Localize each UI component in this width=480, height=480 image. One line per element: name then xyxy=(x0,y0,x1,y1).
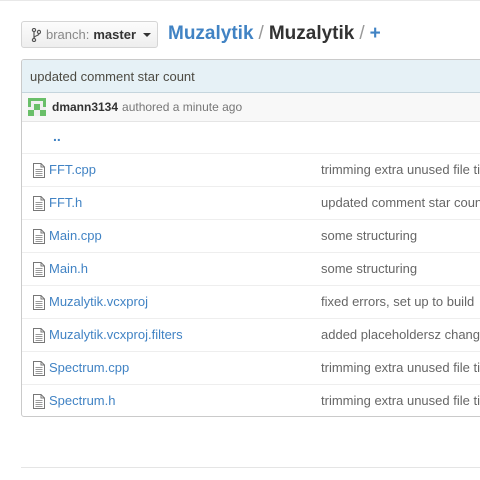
file-icon xyxy=(33,394,45,409)
file-name-link[interactable]: Spectrum.h xyxy=(49,393,115,408)
file-row: Main.h some structuring xyxy=(22,253,480,286)
file-commit-message[interactable]: trimming extra unused file ti xyxy=(321,393,480,408)
file-commit-message[interactable]: trimming extra unused file ti xyxy=(321,162,480,177)
file-icon xyxy=(33,361,45,376)
branch-name: master xyxy=(93,27,137,42)
file-icon xyxy=(33,229,45,244)
file-name-link[interactable]: Spectrum.cpp xyxy=(49,360,129,375)
file-row: FFT.cpp trimming extra unused file ti xyxy=(22,154,480,187)
breadcrumb-repo: Muzalytik xyxy=(268,23,355,44)
bottom-divider xyxy=(21,467,480,468)
file-icon xyxy=(33,196,45,211)
file-row: FFT.h updated comment star coun xyxy=(22,187,480,220)
branch-label: branch: xyxy=(46,27,90,42)
chevron-down-icon xyxy=(143,32,152,37)
top-divider xyxy=(0,0,480,1)
parent-directory-link[interactable]: .. xyxy=(53,128,61,144)
breadcrumb: Muzalytik / Muzalytik / + xyxy=(168,22,381,46)
breadcrumb-owner-link[interactable]: Muzalytik xyxy=(168,23,254,44)
file-icon xyxy=(33,328,45,343)
file-commit-message[interactable]: added placeholdersz change xyxy=(321,327,480,342)
file-icon xyxy=(33,163,45,178)
file-name-link[interactable]: Muzalytik.vcxproj.filters xyxy=(49,327,183,342)
file-commit-message[interactable]: trimming extra unused file ti xyxy=(321,360,480,375)
file-icon xyxy=(33,295,45,310)
file-row: Muzalytik.vcxproj fixed errors, set up to… xyxy=(22,286,480,319)
latest-commit-message[interactable]: updated comment star count xyxy=(22,60,480,93)
file-browser: updated comment star count dmann3134 aut… xyxy=(21,59,480,417)
file-commit-message[interactable]: some structuring xyxy=(321,261,417,276)
file-row: Main.cpp some structuring xyxy=(22,220,480,253)
file-name-link[interactable]: FFT.h xyxy=(49,195,82,210)
branch-icon xyxy=(31,27,41,42)
file-commit-message[interactable]: updated comment star coun xyxy=(321,195,480,210)
file-icon xyxy=(33,262,45,277)
commit-time: authored a minute ago xyxy=(122,100,243,114)
breadcrumb-separator: / xyxy=(359,23,365,44)
add-file-button[interactable]: + xyxy=(370,23,381,44)
avatar[interactable] xyxy=(28,98,46,116)
breadcrumb-separator: / xyxy=(258,23,264,44)
commit-author-link[interactable]: dmann3134 xyxy=(52,100,118,114)
file-row: Muzalytik.vcxproj.filters added placehold… xyxy=(22,319,480,352)
parent-directory-row: .. xyxy=(22,122,480,154)
file-commit-message[interactable]: fixed errors, set up to build xyxy=(321,294,474,309)
file-row: Spectrum.h trimming extra unused file ti xyxy=(22,385,480,416)
commit-meta: dmann3134 authored a minute ago xyxy=(22,93,480,122)
file-row: Spectrum.cpp trimming extra unused file t… xyxy=(22,352,480,385)
file-commit-message[interactable]: some structuring xyxy=(321,228,417,243)
file-name-link[interactable]: Main.cpp xyxy=(49,228,102,243)
branch-select-button[interactable]: branch: master xyxy=(21,21,158,48)
file-name-link[interactable]: Muzalytik.vcxproj xyxy=(49,294,148,309)
file-name-link[interactable]: FFT.cpp xyxy=(49,162,96,177)
file-name-link[interactable]: Main.h xyxy=(49,261,88,276)
